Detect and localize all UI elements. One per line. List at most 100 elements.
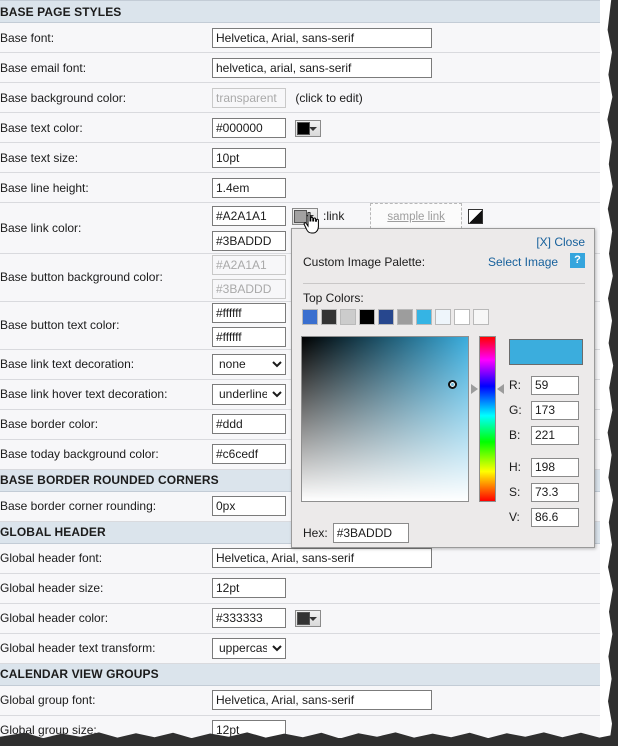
input-h[interactable] (531, 458, 579, 477)
section-label: CALENDAR VIEW GROUPS (0, 663, 600, 685)
label-base-text-size: Base text size: (0, 143, 212, 173)
cell-base-font (212, 23, 600, 53)
label-g: G: (509, 403, 531, 417)
color-swatch-button-base-text-color[interactable] (295, 120, 321, 137)
torn-edge-right (598, 0, 618, 746)
top-color-swatch-2[interactable] (340, 309, 356, 325)
label-v: V: (509, 510, 531, 524)
label-base-border-color: Base border color: (0, 409, 212, 439)
top-color-swatch-3[interactable] (359, 309, 375, 325)
row-base-line-height: Base line height: (0, 173, 600, 203)
row-base-text-color: Base text color: (0, 113, 600, 143)
input-base-text-color[interactable] (212, 118, 286, 138)
cell-global-header-color (212, 603, 600, 633)
select-base-link-hover-text-decoration[interactable]: noneunderline (212, 384, 286, 405)
input-base-line-height[interactable] (212, 178, 286, 198)
input-base-button-background-color[interactable] (212, 255, 286, 275)
color-swatch-button-global-header-color[interactable] (295, 610, 321, 627)
label-global-group-font: Global group font: (0, 685, 212, 715)
label-base-text-color: Base text color: (0, 113, 212, 143)
sample-link-text[interactable]: sample link (387, 211, 445, 223)
field-r: R: (509, 375, 579, 395)
input-base-button-background-hover-color[interactable] (212, 279, 286, 299)
field-h: H: (509, 457, 579, 477)
label-global-header-font: Global header font: (0, 543, 212, 573)
label-base-link-hover-text-decoration: Base link hover text decoration: (0, 379, 212, 409)
field-hex: Hex: (303, 523, 409, 543)
label-base-button-text-color: Base button text color: (0, 301, 212, 349)
sample-link-preview: sample link (370, 203, 462, 229)
label-base-email-font: Base email font: (0, 53, 212, 83)
cell-base-link-color-link: :link sample link (212, 203, 600, 230)
color-picker-popup: [X] Close Custom Image Palette: Select I… (291, 228, 595, 548)
select-base-link-text-decoration[interactable]: noneunderline (212, 354, 286, 375)
select-image-link[interactable]: Select Image (488, 255, 558, 269)
chevron-down-icon (306, 215, 314, 219)
custom-image-palette-label: Custom Image Palette: (303, 255, 425, 269)
input-base-border-corner-rounding[interactable] (212, 496, 286, 516)
input-s[interactable] (531, 483, 579, 502)
field-s: S: (509, 482, 579, 502)
row-global-header-text-transform: Global header text transform: uppercasel… (0, 633, 600, 663)
label-base-border-corner-rounding: Base border corner rounding: (0, 491, 212, 521)
input-base-background-color[interactable] (212, 88, 286, 108)
section-label: BASE PAGE STYLES (0, 1, 600, 23)
cell-global-header-text-transform: uppercaselowercasecapitalizenone (212, 633, 600, 663)
input-global-group-font[interactable] (212, 690, 432, 710)
top-colors-label: Top Colors: (303, 291, 364, 305)
input-global-header-size[interactable] (212, 578, 286, 598)
edit-pencil-icon[interactable] (468, 209, 483, 224)
color-swatch-button-link[interactable] (292, 208, 318, 225)
close-popup-link[interactable]: [X] Close (536, 235, 585, 249)
value-overlay (302, 337, 468, 501)
top-color-swatch-6[interactable] (416, 309, 432, 325)
input-v[interactable] (531, 508, 579, 527)
input-hex[interactable] (333, 523, 409, 543)
row-global-group-font: Global group font: (0, 685, 600, 715)
settings-screen: BASE PAGE STYLES Base font: Base email f… (0, 0, 618, 746)
top-color-swatch-9[interactable] (473, 309, 489, 325)
top-color-swatch-1[interactable] (321, 309, 337, 325)
field-g: G: (509, 400, 579, 420)
input-base-font[interactable] (212, 28, 432, 48)
input-global-header-font[interactable] (212, 548, 432, 568)
saturation-value-gradient[interactable] (301, 336, 469, 502)
input-r[interactable] (531, 376, 579, 395)
label-global-header-size: Global header size: (0, 573, 212, 603)
field-b: B: (509, 425, 579, 445)
input-base-email-font[interactable] (212, 58, 432, 78)
row-global-header-color: Global header color: (0, 603, 600, 633)
input-base-border-color[interactable] (212, 414, 286, 434)
input-global-header-color[interactable] (212, 608, 286, 628)
top-color-swatch-8[interactable] (454, 309, 470, 325)
label-base-link-color: Base link color: (0, 203, 212, 254)
hue-slider[interactable] (479, 336, 496, 502)
link-color-row: :link sample link (212, 203, 600, 229)
label-global-header-text-transform: Global header text transform: (0, 633, 212, 663)
top-color-swatch-0[interactable] (302, 309, 318, 325)
label-base-background-color: Base background color: (0, 83, 212, 113)
select-global-header-text-transform[interactable]: uppercaselowercasecapitalizenone (212, 638, 286, 659)
label-s: S: (509, 485, 531, 499)
label-b: B: (509, 428, 531, 442)
input-base-button-text-hover-color[interactable] (212, 327, 286, 347)
top-colors-swatch-list (302, 309, 489, 325)
input-base-link-color[interactable] (212, 206, 286, 226)
input-base-text-size[interactable] (212, 148, 286, 168)
top-color-swatch-5[interactable] (397, 309, 413, 325)
top-color-swatch-7[interactable] (435, 309, 451, 325)
input-base-today-background-color[interactable] (212, 444, 286, 464)
input-g[interactable] (531, 401, 579, 420)
row-base-email-font: Base email font: (0, 53, 600, 83)
gradient-cursor[interactable] (448, 380, 457, 389)
torn-edge-bottom-solid (0, 738, 618, 746)
input-base-button-text-color[interactable] (212, 303, 286, 323)
row-base-background-color: Base background color: (click to edit) (0, 83, 600, 113)
cell-base-email-font (212, 53, 600, 83)
pseudo-state-link: :link (323, 209, 344, 223)
input-base-link-hover-color[interactable] (212, 231, 286, 251)
input-b[interactable] (531, 426, 579, 445)
help-icon[interactable]: ? (570, 253, 585, 268)
hint-click-to-edit: (click to edit) (295, 91, 362, 105)
top-color-swatch-4[interactable] (378, 309, 394, 325)
